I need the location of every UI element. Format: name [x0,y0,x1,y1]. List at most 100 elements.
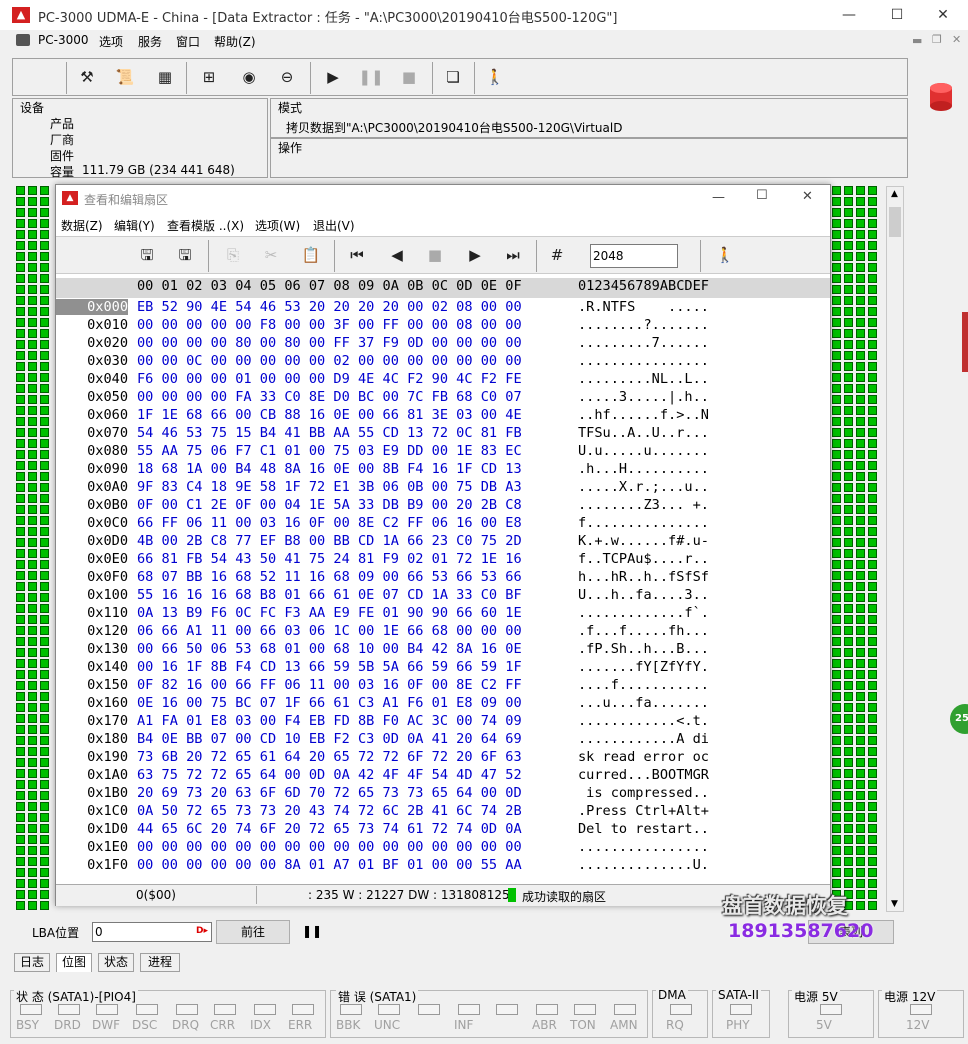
hex-row-ascii[interactable]: ..............U. [578,857,709,873]
hex-row-ascii[interactable]: .R.NTFS ..... [578,299,709,315]
dlg-menu-options[interactable]: 选项(W) [255,217,300,234]
hex-row-ascii[interactable]: ............A di [578,731,709,747]
hex-row-bytes[interactable]: 00 00 0C 00 00 00 00 00 02 00 00 00 00 0… [137,353,522,369]
hex-row-bytes[interactable]: 00 00 00 00 00 00 00 00 00 00 00 00 00 0… [137,839,522,855]
hex-row-ascii[interactable]: .........NL..L.. [578,371,709,387]
minimize-button[interactable]: — [826,2,872,28]
tab-bitmap[interactable]: 位图 [56,953,92,972]
hex-row-bytes[interactable]: 66 81 FB 54 43 50 41 75 24 81 F9 02 01 7… [137,551,522,567]
copy-icon[interactable]: ⎘ [220,242,246,268]
hex-row-ascii[interactable]: .h...H.......... [578,461,709,477]
dlg-menu-template[interactable]: 查看模版 ..(X) [167,217,244,234]
hex-row-bytes[interactable]: EB 52 90 4E 54 46 53 20 20 20 20 00 02 0… [137,299,522,315]
hex-row-ascii[interactable]: .............f`. [578,605,709,621]
tab-process[interactable]: 进程 [140,953,180,972]
hex-row-bytes[interactable]: 0A 13 B9 F6 0C FC F3 AA E9 FE 01 90 90 6… [137,605,522,621]
hex-row-bytes[interactable]: 00 00 00 00 FA 33 C0 8E D0 BC 00 7C FB 6… [137,389,522,405]
last-sector-icon[interactable]: ⏭ [500,242,526,268]
save-disk-icon[interactable]: 🖫 [134,242,160,268]
hex-row-ascii[interactable]: .......fY[ZfYfY. [578,659,709,675]
hex-row-ascii[interactable]: h...hR..h..fSfSf [578,569,709,585]
dlg-menu-edit[interactable]: 编辑(Y) [114,217,155,234]
hex-row-ascii[interactable]: ..hf......f.>..N [578,407,709,423]
dialog-maximize-button[interactable]: ☐ [756,188,768,203]
hex-row-ascii[interactable]: ....f........... [578,677,709,693]
hex-row-bytes[interactable]: 66 FF 06 11 00 03 16 0F 00 8E C2 FF 06 1… [137,515,522,531]
hex-row-bytes[interactable]: 0F 82 16 00 66 FF 06 11 00 03 16 0F 00 8… [137,677,522,693]
hex-row-bytes[interactable]: 55 AA 75 06 F7 C1 01 00 75 03 E9 DD 00 1… [137,443,522,459]
hex-row-ascii[interactable]: ................ [578,839,709,855]
paste-icon[interactable]: 📋 [298,242,324,268]
hex-row-ascii[interactable]: .........7...... [578,335,709,351]
hex-row-ascii[interactable]: curred...BOOTMGR [578,767,709,783]
dialog-minimize-button[interactable]: — [712,190,725,205]
dlg-menu-data[interactable]: 数据(Z) [61,217,103,234]
next-sector-icon[interactable]: ▶ [462,242,488,268]
hex-row-bytes[interactable]: 54 46 53 75 15 B4 41 BB AA 55 CD 13 72 0… [137,425,522,441]
database-icon[interactable] [926,80,956,114]
hex-row-ascii[interactable]: ........?....... [578,317,709,333]
maximize-button[interactable]: ☐ [874,2,920,28]
tab-status[interactable]: 状态 [98,953,134,972]
hex-row-ascii[interactable]: U.u.....u....... [578,443,709,459]
hex-row-bytes[interactable]: B4 0E BB 07 00 CD 10 EB F2 C3 0D 0A 41 2… [137,731,522,747]
hex-row-bytes[interactable]: 00 00 00 00 00 F8 00 00 3F 00 FF 00 00 0… [137,317,522,333]
hex-row-bytes[interactable]: 0F 00 C1 2E 0F 00 04 1E 5A 33 DB B9 00 2… [137,497,522,513]
menu-options[interactable]: 选项 [99,33,123,50]
mdi-restore-icon[interactable]: ❐ [932,33,942,46]
side-tab[interactable] [962,312,968,372]
hex-row-bytes[interactable]: 55 16 16 16 68 B8 01 66 61 0E 07 CD 1A 3… [137,587,522,603]
cut-icon[interactable]: ✂ [258,242,284,268]
first-sector-icon[interactable]: ⏮ [344,242,370,268]
play-icon[interactable]: ▶ [320,64,346,90]
hex-row-bytes[interactable]: 4B 00 2B C8 77 EF B8 00 BB CD 1A 66 23 C… [137,533,522,549]
hex-row-bytes[interactable]: 1F 1E 68 66 00 CB 88 16 0E 00 66 81 3E 0… [137,407,522,423]
prev-sector-icon[interactable]: ◀ [384,242,410,268]
hex-row-ascii[interactable]: ...u...fa....... [578,695,709,711]
windows-icon[interactable]: ❏ [440,64,466,90]
hex-row-bytes[interactable]: 00 16 1F 8B F4 CD 13 66 59 5B 5A 66 59 6… [137,659,522,675]
disk-icon[interactable]: ⊖ [274,64,300,90]
hex-row-ascii[interactable]: .f...f.....fh... [578,623,709,639]
side-badge[interactable]: 25 [950,704,968,734]
lba-input[interactable]: 0 [92,922,212,942]
hex-row-bytes[interactable]: F6 00 00 00 01 00 00 00 D9 4E 4C F2 90 4… [137,371,522,387]
mdi-close-icon[interactable]: ✕ [952,33,961,46]
hex-row-bytes[interactable]: 0A 50 72 65 73 73 20 43 74 72 6C 2B 41 6… [137,803,522,819]
binoculars-icon[interactable]: ◉ [236,64,262,90]
hex-row-ascii[interactable]: U...h..fa....3.. [578,587,709,603]
scroll-icon[interactable]: 📜 [112,64,138,90]
hex-row-ascii[interactable]: .....X.r.;...u.. [578,479,709,495]
hex-row-ascii[interactable]: TFSu..A..U..r... [578,425,709,441]
hex-row-ascii[interactable]: f............... [578,515,709,531]
exit-icon[interactable]: 🚶 [712,242,738,268]
hex-row-bytes[interactable]: 0E 16 00 75 BC 07 1F 66 61 C3 A1 F6 01 E… [137,695,522,711]
pause-icon[interactable]: ❚❚ [358,64,384,90]
pause-button[interactable]: ❚❚ [302,924,322,938]
dlg-menu-exit[interactable]: 退出(V) [313,217,355,234]
hex-row-bytes[interactable]: 44 65 6C 20 74 6F 20 72 65 73 74 61 72 7… [137,821,522,837]
save-as-icon[interactable]: 🖫 [172,242,198,268]
sector-number-input[interactable]: 2048 [590,244,678,268]
hex-row-ascii[interactable]: .fP.Sh..h...B... [578,641,709,657]
hex-row-bytes[interactable]: 73 6B 20 72 65 61 64 20 65 72 72 6F 72 2… [137,749,522,765]
hex-row-bytes[interactable]: 06 66 A1 11 00 66 03 06 1C 00 1E 66 68 0… [137,623,522,639]
hex-row-ascii[interactable]: sk read error oc [578,749,709,765]
hex-row-bytes[interactable]: 20 69 73 20 63 6F 6D 70 72 65 73 73 65 6… [137,785,522,801]
tree-icon[interactable]: ⊞ [196,64,222,90]
menu-help[interactable]: 帮助(Z) [214,33,256,50]
hex-row-bytes[interactable]: 63 75 72 72 65 64 00 0D 0A 42 4F 4F 54 4… [137,767,522,783]
menu-pc3000[interactable]: PC-3000 [38,33,88,47]
hex-row-ascii[interactable]: f..TCPAu$....r.. [578,551,709,567]
close-button[interactable]: ✕ [920,2,966,28]
hex-row-bytes[interactable]: 68 07 BB 16 68 52 11 16 68 09 00 66 53 6… [137,569,522,585]
hex-row-ascii[interactable]: .....3.....|.h.. [578,389,709,405]
menu-service[interactable]: 服务 [138,33,162,50]
scroll-thumb[interactable] [889,207,901,237]
hex-row-bytes[interactable]: 18 68 1A 00 B4 48 8A 16 0E 00 8B F4 16 1… [137,461,522,477]
hex-row-ascii[interactable]: is compressed.. [578,785,709,801]
tab-log[interactable]: 日志 [14,953,50,972]
dialog-close-button[interactable]: ✕ [802,189,813,204]
stop-icon[interactable]: ■ [396,64,422,90]
map-scrollbar[interactable]: ▲ ▼ [886,186,904,912]
